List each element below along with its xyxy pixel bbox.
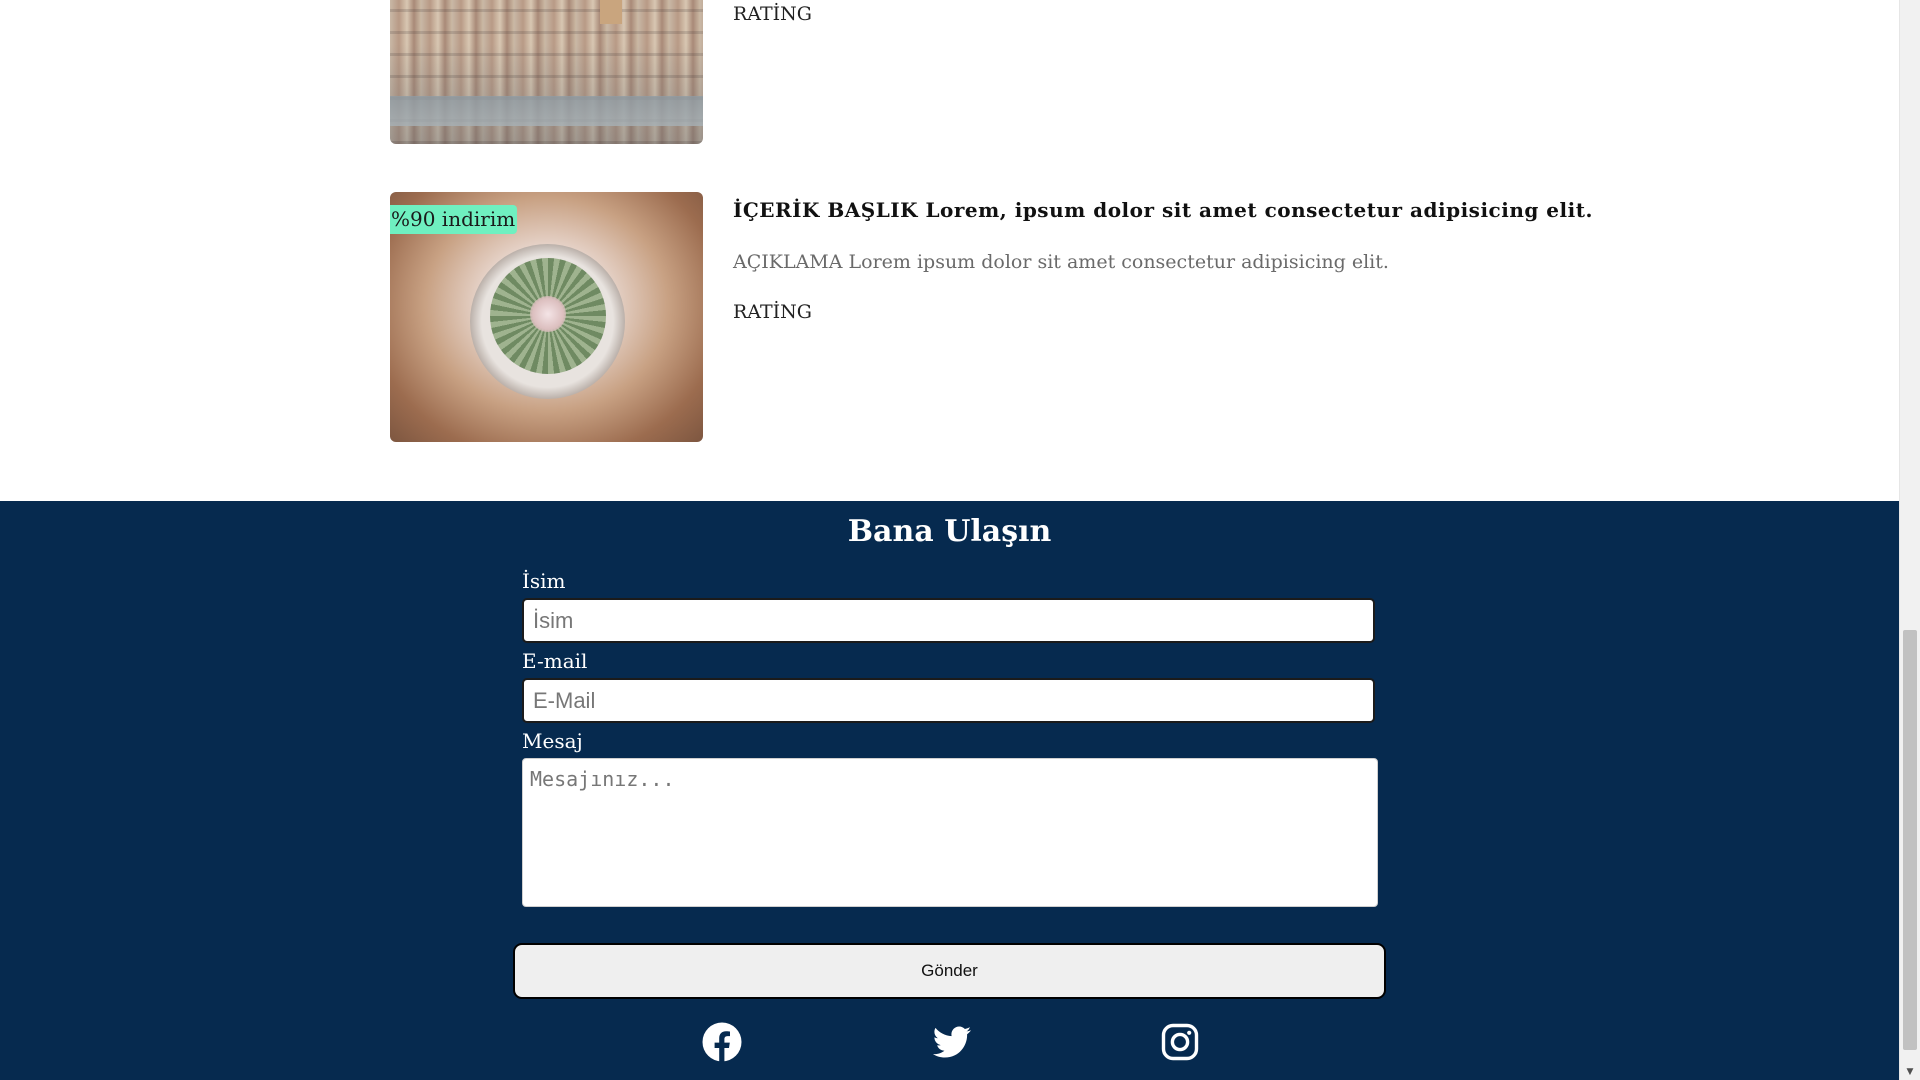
card-description: AÇIKLAMA Lorem ipsum dolor sit amet cons… <box>733 251 1389 273</box>
email-label: E-mail <box>522 649 588 673</box>
contact-section: Bana Ulaşın İsim E-mail Mesaj Gönder <box>0 501 1899 1080</box>
cactus-center <box>530 296 566 332</box>
cactus-photo: %90 indirim <box>390 192 703 442</box>
scrollbar[interactable]: ▼ <box>1899 0 1920 1080</box>
scroll-down-arrow-icon[interactable]: ▼ <box>1900 1063 1920 1080</box>
card-text: İÇERİK BAŞLIK Lorem, ipsum dolor sit ame… <box>733 192 1683 326</box>
content-list: RATİNG %90 indirim İÇERİK BAŞLIK Lorem, … <box>0 0 1899 501</box>
social-links <box>0 1022 1899 1062</box>
card-rating: RATİNG <box>733 301 812 323</box>
city-photo <box>390 0 703 144</box>
name-label: İsim <box>522 569 566 593</box>
page: RATİNG %90 indirim İÇERİK BAŞLIK Lorem, … <box>0 0 1920 1080</box>
contact-title: Bana Ulaşın <box>847 514 1052 549</box>
message-textarea[interactable] <box>522 758 1378 907</box>
twitter-icon[interactable] <box>932 1022 972 1062</box>
message-label: Mesaj <box>522 729 583 753</box>
discount-badge: %90 indirim <box>390 205 518 234</box>
card-title: İÇERİK BAŞLIK Lorem, ipsum dolor sit ame… <box>733 198 1593 222</box>
facebook-icon[interactable] <box>702 1022 742 1062</box>
instagram-icon[interactable] <box>1160 1022 1200 1062</box>
city-road <box>390 96 703 126</box>
card-rating: RATİNG <box>733 3 812 25</box>
email-input[interactable] <box>522 678 1375 723</box>
city-tower <box>600 0 622 24</box>
name-input[interactable] <box>522 598 1375 643</box>
scrollbar-thumb[interactable] <box>1903 630 1917 1050</box>
submit-button[interactable]: Gönder <box>513 943 1386 999</box>
